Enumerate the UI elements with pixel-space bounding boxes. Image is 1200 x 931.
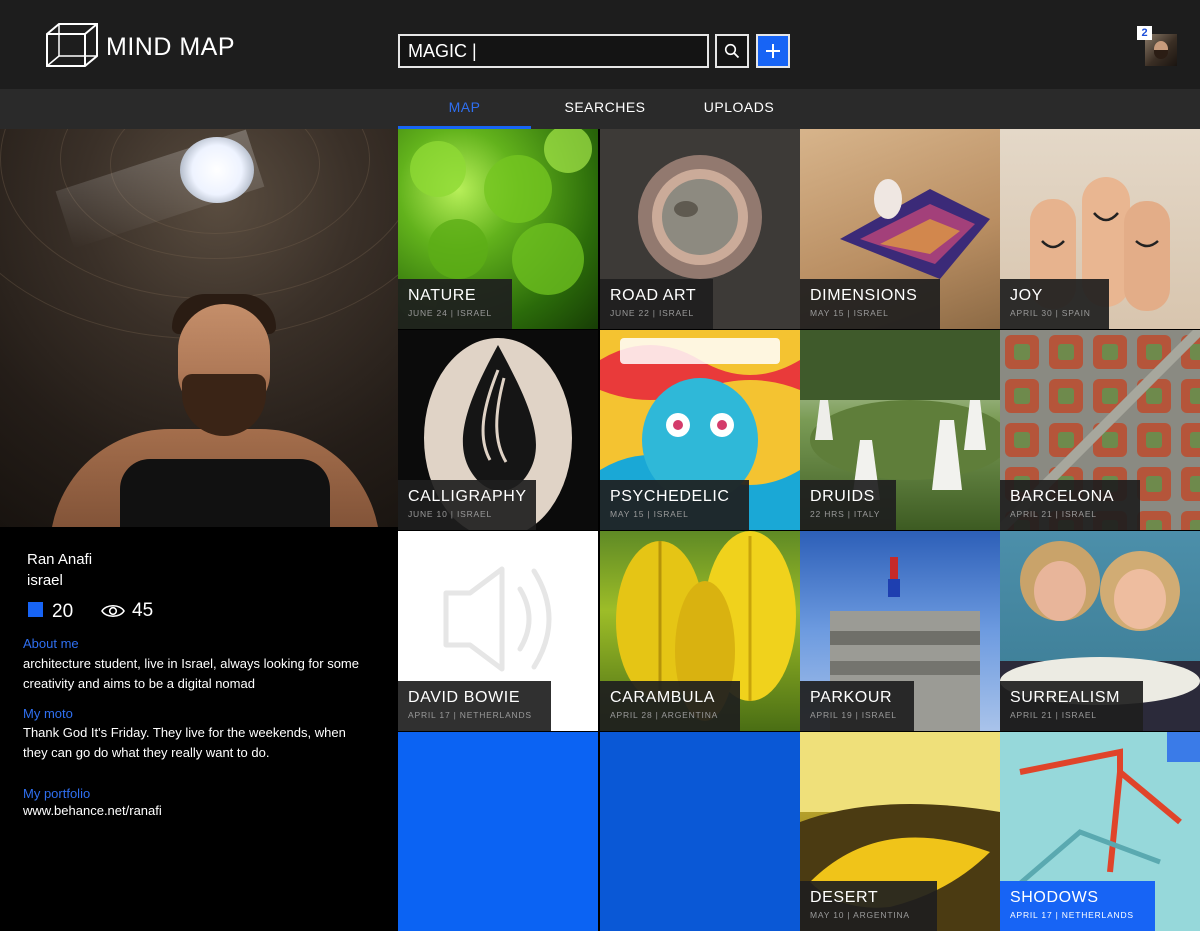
tile-title: PSYCHEDELIC	[610, 488, 730, 505]
tile-title: CALLIGRAPHY	[408, 488, 527, 505]
tile-label: PARKOUR APRIL 19 | ISRAEL	[800, 681, 914, 731]
tile-subtitle: JUNE 24 | ISRAEL	[408, 308, 492, 318]
tile-label: DRUIDS 22 HRS | ITALY	[800, 480, 896, 530]
portfolio-link[interactable]: www.behance.net/ranafi	[23, 801, 373, 821]
tile-psychedelic[interactable]: PSYCHEDELIC MAY 15 | ISRAEL	[600, 330, 800, 530]
tile-nature[interactable]: NATURE JUNE 24 | ISRAEL	[398, 129, 598, 329]
moto-text: Thank God It's Friday. They live for the…	[23, 725, 346, 760]
tile-label: DIMENSIONS MAY 15 | ISRAEL	[800, 279, 940, 329]
tile-label: DESERT MAY 10 | ARGENTINA	[800, 881, 937, 931]
tab-map[interactable]: MAP	[398, 89, 531, 129]
tile-desert[interactable]: DESERT MAY 10 | ARGENTINA	[800, 732, 1000, 931]
plus-icon	[766, 44, 780, 58]
tile-title: DRUIDS	[810, 488, 875, 505]
add-button[interactable]	[756, 34, 790, 68]
tile-empty-blue-2[interactable]	[600, 732, 800, 931]
tab-bar: MAP SEARCHES UPLOADS	[0, 89, 1200, 129]
tile-subtitle: APRIL 17 | NETHERLANDS	[408, 710, 532, 720]
tile-dimensions[interactable]: DIMENSIONS MAY 15 | ISRAEL	[800, 129, 1000, 329]
tile-title: NATURE	[408, 287, 477, 304]
tile-subtitle: JUNE 22 | ISRAEL	[610, 308, 694, 318]
tile-subtitle: APRIL 21 | ISRAEL	[1010, 509, 1097, 519]
cube-logo-icon[interactable]	[45, 22, 99, 68]
tile-subtitle: APRIL 28 | ARGENTINA	[610, 710, 719, 720]
tile-title: BARCELONA	[1010, 488, 1115, 505]
tile-title: JOY	[1010, 287, 1043, 304]
tile-druids[interactable]: DRUIDS 22 HRS | ITALY	[800, 330, 1000, 530]
tile-subtitle: JUNE 10 | ISRAEL	[408, 509, 492, 519]
notification-badge[interactable]: 2	[1137, 26, 1152, 40]
tile-label: CARAMBULA APRIL 28 | ARGENTINA	[600, 681, 740, 731]
tile-title: DAVID BOWIE	[408, 689, 521, 706]
tile-surrealism[interactable]: SURREALISM APRIL 21 | ISRAEL	[1000, 531, 1200, 731]
tile-subtitle: MAY 15 | ISRAEL	[810, 308, 889, 318]
tile-subtitle: MAY 10 | ARGENTINA	[810, 910, 910, 920]
tile-title: DESERT	[810, 889, 879, 906]
eye-icon	[101, 604, 125, 618]
tile-subtitle: APRIL 17 | NETHERLANDS	[1010, 910, 1134, 920]
tile-label: JOY APRIL 30 | SPAIN	[1000, 279, 1109, 329]
tile-joy[interactable]: JOY APRIL 30 | SPAIN	[1000, 129, 1200, 329]
tab-uploads[interactable]: UPLOADS	[673, 89, 805, 129]
profile-name: Ran Anafi	[27, 551, 93, 568]
tile-shodows[interactable]: SHODOWS APRIL 17 | NETHERLANDS	[1000, 732, 1200, 931]
tile-title: CARAMBULA	[610, 689, 715, 706]
tile-label: PSYCHEDELIC MAY 15 | ISRAEL	[600, 480, 749, 530]
tile-barcelona[interactable]: BARCELONA APRIL 21 | ISRAEL	[1000, 330, 1200, 530]
tile-david-bowie[interactable]: DAVID BOWIE APRIL 17 | NETHERLANDS	[398, 531, 598, 731]
tile-label: SHODOWS APRIL 17 | NETHERLANDS	[1000, 881, 1155, 931]
tile-label: NATURE JUNE 24 | ISRAEL	[398, 279, 512, 329]
tile-subtitle: APRIL 19 | ISRAEL	[810, 710, 897, 720]
tile-empty-blue-1[interactable]	[398, 732, 598, 931]
tile-road-art[interactable]: ROAD ART JUNE 22 | ISRAEL	[600, 129, 800, 329]
search-button[interactable]	[715, 34, 749, 68]
tile-carambula[interactable]: CARAMBULA APRIL 28 | ARGENTINA	[600, 531, 800, 731]
tile-calligraphy[interactable]: CALLIGRAPHY JUNE 10 | ISRAEL	[398, 330, 598, 530]
profile-location: israel	[27, 572, 63, 589]
tile-subtitle: 22 HRS | ITALY	[810, 509, 881, 519]
app-brand: MIND MAP	[106, 33, 235, 61]
boards-count: 20	[52, 601, 74, 622]
tab-searches[interactable]: SEARCHES	[540, 89, 670, 129]
tile-title: SURREALISM	[1010, 689, 1121, 706]
profile-info-panel: Ran Anafi israel 20 45 About me architec…	[0, 527, 398, 931]
tile-subtitle: APRIL 30 | SPAIN	[1010, 308, 1091, 318]
tile-title: PARKOUR	[810, 689, 893, 706]
tile-label: DAVID BOWIE APRIL 17 | NETHERLANDS	[398, 681, 551, 731]
search-icon	[724, 43, 740, 59]
profile-photo	[0, 129, 398, 527]
tile-label: CALLIGRAPHY JUNE 10 | ISRAEL	[398, 480, 536, 530]
tile-title: DIMENSIONS	[810, 287, 918, 304]
tile-subtitle: MAY 15 | ISRAEL	[610, 509, 689, 519]
tile-title: SHODOWS	[1010, 889, 1099, 906]
tile-label: ROAD ART JUNE 22 | ISRAEL	[600, 279, 713, 329]
app-header: MIND MAP 2	[0, 0, 1200, 89]
boards-icon	[28, 602, 43, 617]
moto-title: My moto	[23, 706, 73, 721]
tile-label: BARCELONA APRIL 21 | ISRAEL	[1000, 480, 1140, 530]
views-count: 45	[132, 600, 154, 621]
portfolio-title: My portfolio	[23, 786, 91, 801]
tile-parkour[interactable]: PARKOUR APRIL 19 | ISRAEL	[800, 531, 1000, 731]
search-input[interactable]	[398, 34, 709, 68]
tile-label: SURREALISM APRIL 21 | ISRAEL	[1000, 681, 1143, 731]
about-text: architecture student, live in Israel, al…	[23, 656, 359, 691]
tile-subtitle: APRIL 21 | ISRAEL	[1010, 710, 1097, 720]
about-title: About me	[23, 636, 79, 651]
tile-title: ROAD ART	[610, 287, 697, 304]
